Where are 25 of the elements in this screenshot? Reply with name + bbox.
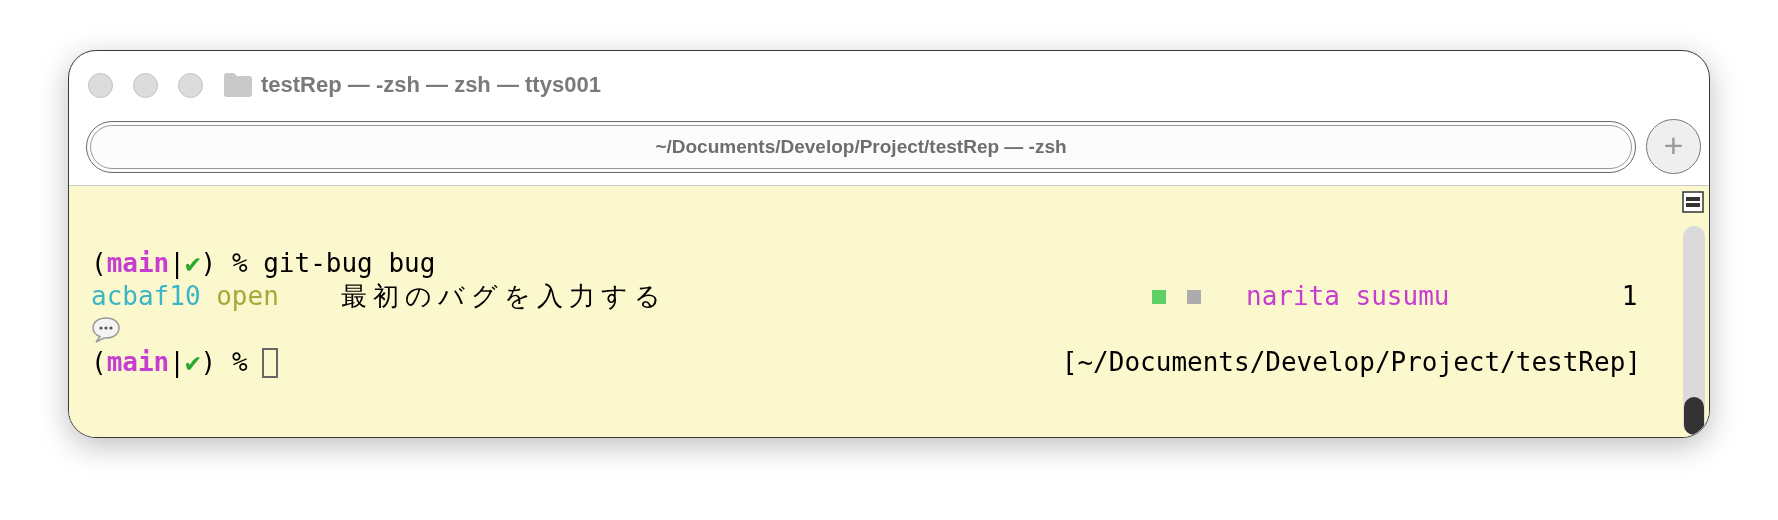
bug-id: acbaf10 <box>91 280 202 313</box>
separator: | <box>169 247 185 280</box>
comment-count: 1 <box>1621 280 1638 313</box>
current-directory: [~/Documents/Develop/Project/testRep] <box>1061 346 1641 379</box>
command-text: git-bug bug <box>263 247 436 280</box>
prompt-symbol: ) % <box>200 346 248 379</box>
scrollbar-thumb[interactable] <box>1684 397 1704 435</box>
window-title: testRep — -zsh — zsh — ttys001 <box>261 72 601 98</box>
bug-status: open <box>216 280 280 313</box>
text-cursor <box>261 347 278 378</box>
scrollbar[interactable] <box>1683 226 1705 435</box>
tab[interactable]: ~/Documents/Develop/Project/testRep — -zsh <box>86 120 1636 173</box>
speech-bubble-icon <box>91 315 121 344</box>
bug-title: 最初のバグを入力する <box>341 280 669 313</box>
separator: | <box>169 346 185 379</box>
branch-name: main <box>106 247 170 280</box>
check-mark: ✔ <box>184 346 201 379</box>
prompt-symbol: ) % <box>200 247 248 280</box>
branch-name: main <box>106 346 170 379</box>
paren: ( <box>91 247 107 280</box>
scroll-marker-icon[interactable] <box>1682 191 1704 213</box>
bug-author: narita susumu <box>1246 280 1451 313</box>
paren: ( <box>91 346 107 379</box>
check-mark: ✔ <box>184 247 201 280</box>
folder-icon <box>223 72 253 98</box>
